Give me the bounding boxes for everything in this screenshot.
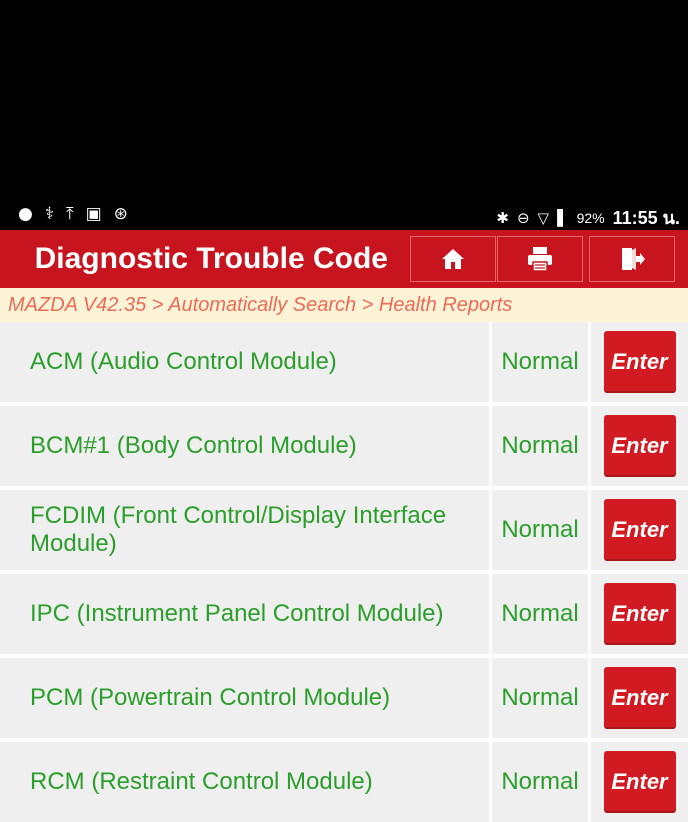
module-name-cell: IPC (Instrument Panel Control Module): [0, 574, 492, 654]
module-name: IPC (Instrument Panel Control Module): [30, 600, 444, 627]
image-icon: ▣: [85, 204, 102, 224]
home-button[interactable]: [410, 236, 496, 282]
module-status: Normal: [492, 406, 591, 486]
wifi-icon: ▽: [537, 208, 550, 227]
breadcrumb: MAZDA V42.35 > Automatically Search > He…: [0, 288, 688, 322]
exit-icon: [622, 248, 645, 270]
breadcrumb-text: MAZDA V42.35 > Automatically Search > He…: [8, 294, 513, 316]
status-bar-system: ✱ ⊖ ▽ ▌ 92% 11:55 น.: [496, 203, 680, 232]
module-name: FCDIM (Front Control/Display Interface M…: [30, 502, 447, 557]
module-list: ACM (Audio Control Module) Normal Enter …: [0, 322, 688, 822]
do-not-disturb-icon: ⊖: [516, 208, 530, 227]
enter-button[interactable]: Enter: [603, 751, 676, 813]
enter-button[interactable]: Enter: [603, 331, 676, 393]
list-item: FCDIM (Front Control/Display Interface M…: [0, 486, 688, 570]
home-icon: [442, 249, 464, 269]
list-item: PCM (Powertrain Control Module) Normal E…: [0, 654, 688, 738]
stethoscope-icon: ⚕: [44, 204, 55, 224]
chat-icon: ●: [18, 204, 33, 224]
module-status: Normal: [492, 574, 591, 654]
enter-button[interactable]: Enter: [603, 499, 676, 561]
enter-button[interactable]: Enter: [603, 415, 676, 477]
page-title: Diagnostic Trouble Code: [34, 242, 388, 275]
enter-button-cell: Enter: [591, 658, 688, 738]
module-name-cell: PCM (Powertrain Control Module): [0, 658, 492, 738]
module-status: Normal: [492, 490, 591, 570]
bluetooth-icon: ✱: [496, 208, 509, 227]
battery-percent: 92%: [576, 209, 605, 226]
module-name-cell: RCM (Restraint Control Module): [0, 742, 492, 822]
enter-button-cell: Enter: [591, 742, 688, 822]
module-status: Normal: [492, 742, 591, 822]
module-name-cell: FCDIM (Front Control/Display Interface M…: [0, 490, 492, 570]
enter-button[interactable]: Enter: [603, 667, 676, 729]
clock: 11:55 น.: [612, 208, 680, 228]
module-name-cell: ACM (Audio Control Module): [0, 322, 492, 402]
enter-button-cell: Enter: [591, 574, 688, 654]
module-name-cell: BCM#1 (Body Control Module): [0, 406, 492, 486]
print-icon: [528, 247, 552, 272]
enter-button-cell: Enter: [591, 406, 688, 486]
page-title-container: Diagnostic Trouble Code: [0, 230, 400, 288]
print-button[interactable]: [497, 236, 583, 282]
status-bar-notifications: ● ⚕ ⤒ ▣ ⊛: [18, 204, 128, 224]
black-area: [0, 0, 688, 198]
status-bar: ● ⚕ ⤒ ▣ ⊛ ✱ ⊖ ▽ ▌ 92% 11:55 น.: [0, 198, 688, 230]
list-item: RCM (Restraint Control Module) Normal En…: [0, 738, 688, 822]
module-status: Normal: [492, 658, 591, 738]
bluetooth-circle-icon: ⊛: [113, 204, 128, 224]
enter-button[interactable]: Enter: [603, 583, 676, 645]
upload-icon: ⤒: [66, 204, 74, 224]
battery-icon: ▌: [557, 208, 569, 227]
enter-button-cell: Enter: [591, 490, 688, 570]
list-item: BCM#1 (Body Control Module) Normal Enter: [0, 402, 688, 486]
module-status: Normal: [492, 322, 591, 402]
module-name: ACM (Audio Control Module): [30, 348, 337, 375]
list-item: ACM (Audio Control Module) Normal Enter: [0, 322, 688, 402]
enter-button-cell: Enter: [591, 322, 688, 402]
exit-button[interactable]: [589, 236, 675, 282]
module-name: RCM (Restraint Control Module): [30, 768, 373, 795]
module-name: PCM (Powertrain Control Module): [30, 684, 391, 711]
module-name: BCM#1 (Body Control Module): [30, 432, 357, 459]
title-bar: Diagnostic Trouble Code: [0, 230, 688, 288]
list-item: IPC (Instrument Panel Control Module) No…: [0, 570, 688, 654]
